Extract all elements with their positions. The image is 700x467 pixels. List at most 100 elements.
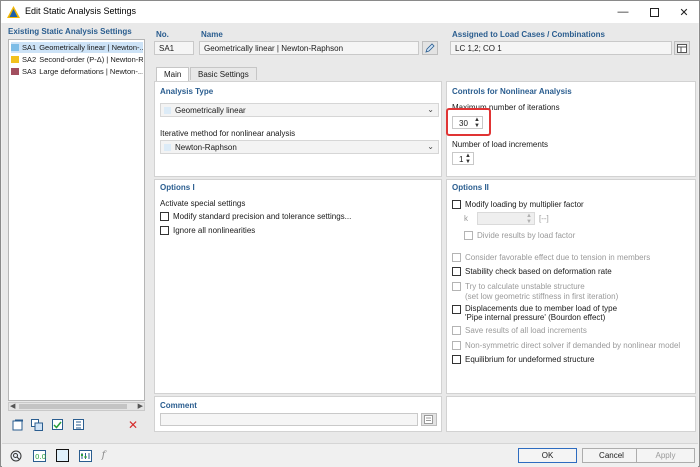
settings-list-item-sa3[interactable]: SA3 Large deformations | Newton-... [11,66,143,77]
iterative-method-value: Newton-Raphson [175,143,237,152]
search-icon [10,450,21,461]
divide-results-label: Divide results by load factor [477,231,576,240]
modify-loading-checkbox[interactable] [452,200,461,209]
name-label: Name [201,30,223,39]
color-swatch [11,68,19,75]
new-item-icon [12,419,23,431]
save-increments-checkbox[interactable] [452,326,461,335]
edit-name-button[interactable] [422,41,438,55]
comment-side-panel [446,396,696,432]
check-setting-button[interactable] [50,417,66,433]
options-i-title: Options I [160,183,195,192]
color-swatch [164,144,171,151]
minimize-button[interactable]: — [608,1,638,23]
display-button[interactable] [55,448,70,463]
equalizer-icon [79,449,92,462]
close-icon: ✕ [679,6,689,19]
favorable-effect-label: Consider favorable effect due to tension… [465,253,651,262]
bourdon-effect-label: Displacements due to member load of type [465,304,618,313]
delete-icon: ✕ [127,418,139,432]
scrollbar-thumb[interactable] [19,404,127,409]
stability-check-checkbox[interactable] [452,267,461,276]
minimize-icon: — [617,6,629,18]
list-toolbar: ✕ [8,417,145,435]
bourdon-effect-checkbox[interactable] [452,305,461,314]
controls-title: Controls for Nonlinear Analysis [452,87,572,96]
k-label: k [464,214,468,223]
item-code: SA2 [22,55,37,64]
title-bar: Edit Static Analysis Settings — ✕ [1,1,699,23]
analysis-type-value: Geometrically linear [175,106,246,115]
unstable-structure-label: Try to calculate unstable structure [465,282,585,291]
save-increments-label: Save results of all load increments [465,326,587,335]
close-button[interactable]: ✕ [669,1,699,23]
formula-button[interactable]: f [96,448,111,463]
scroll-right-icon[interactable]: ▶ [138,402,143,410]
apply-button[interactable]: Apply [636,448,695,463]
color-swatch [11,56,19,63]
load-increments-spinner[interactable]: 1 ▲ ▼ [452,152,474,165]
spinner-arrows-icon[interactable]: ▲ ▼ [465,153,471,165]
units-button[interactable]: 0.0 [32,448,47,463]
spinner-arrows-icon: ▲ ▼ [526,213,532,225]
help-button[interactable] [8,448,23,463]
maximize-button[interactable] [639,1,669,23]
favorable-effect-checkbox[interactable] [452,253,461,262]
iterative-method-dropdown[interactable]: Newton-Raphson ⌄ [160,140,439,154]
modify-precision-label: Modify standard precision and tolerance … [173,212,352,221]
sort-icon [72,419,84,430]
k-unit: [--] [539,214,549,223]
item-code: SA3 [22,67,37,76]
divide-results-checkbox[interactable] [464,231,473,240]
analysis-type-dropdown[interactable]: Geometrically linear ⌄ [160,103,439,117]
new-setting-button[interactable] [10,417,26,433]
sort-setting-button[interactable] [71,417,87,433]
window-title: Edit Static Analysis Settings [25,6,137,16]
load-increments-label: Number of load increments [452,140,549,149]
color-swatch [11,44,19,51]
item-label: Geometrically linear | Newton-... [39,43,143,52]
assigned-label: Assigned to Load Cases / Combinations [452,30,605,39]
k-factor-spinner[interactable]: ▲ ▼ [477,212,535,225]
nonsymmetric-solver-checkbox[interactable] [452,341,461,350]
checklist-icon [51,419,63,430]
ok-button[interactable]: OK [518,448,577,463]
color-swatch [164,107,171,114]
ignore-nonlinearities-checkbox[interactable] [160,226,169,235]
tab-main[interactable]: Main [156,67,190,81]
copy-setting-button[interactable] [29,417,45,433]
maximize-icon [649,7,659,17]
name-field[interactable]: Geometrically linear | Newton-Raphson [199,41,419,55]
assigned-field[interactable]: LC 1,2; CO 1 [450,41,672,55]
equilibrium-undeformed-checkbox[interactable] [452,355,461,364]
chevron-down-icon: ⌄ [427,142,434,151]
bourdon-effect-sublabel: 'Pipe internal pressure' (Bourdon effect… [465,313,606,322]
assign-load-cases-button[interactable] [674,41,690,55]
tab-basic-settings[interactable]: Basic Settings [190,67,257,80]
scroll-left-icon[interactable]: ◀ [10,402,15,410]
delete-setting-button[interactable]: ✕ [125,417,141,433]
equilibrium-undeformed-label: Equilibrium for undeformed structure [465,355,595,364]
edit-pencil-icon [425,43,435,53]
ignore-nonlinearities-label: Ignore all nonlinearities [173,226,256,235]
cancel-button[interactable]: Cancel [582,448,641,463]
chevron-down-icon: ⌄ [427,105,434,114]
modify-loading-label: Modify loading by multiplier factor [465,200,584,209]
no-field[interactable]: SA1 [154,41,194,55]
comment-library-button[interactable] [421,413,437,426]
stability-check-label: Stability check based on deformation rat… [465,267,612,276]
settings-button[interactable] [78,448,93,463]
settings-list-item-sa2[interactable]: SA2 Second-order (P-Δ) | Newton-R [11,54,143,65]
unstable-structure-checkbox[interactable] [452,282,461,291]
settings-list-header: Existing Static Analysis Settings [8,27,132,36]
load-increments-value: 1 [459,155,464,164]
modify-precision-checkbox[interactable] [160,212,169,221]
comment-field[interactable] [160,413,418,426]
item-code: SA1 [22,43,37,52]
svg-text:0.0: 0.0 [35,453,46,461]
list-horizontal-scrollbar[interactable]: ◀ ▶ [8,402,145,411]
settings-list: SA1 Geometrically linear | Newton-... SA… [8,39,145,401]
nonsymmetric-solver-label: Non-symmetric direct solver if demanded … [465,341,681,350]
settings-list-item-sa1[interactable]: SA1 Geometrically linear | Newton-... [11,42,143,53]
comment-label: Comment [160,401,197,410]
